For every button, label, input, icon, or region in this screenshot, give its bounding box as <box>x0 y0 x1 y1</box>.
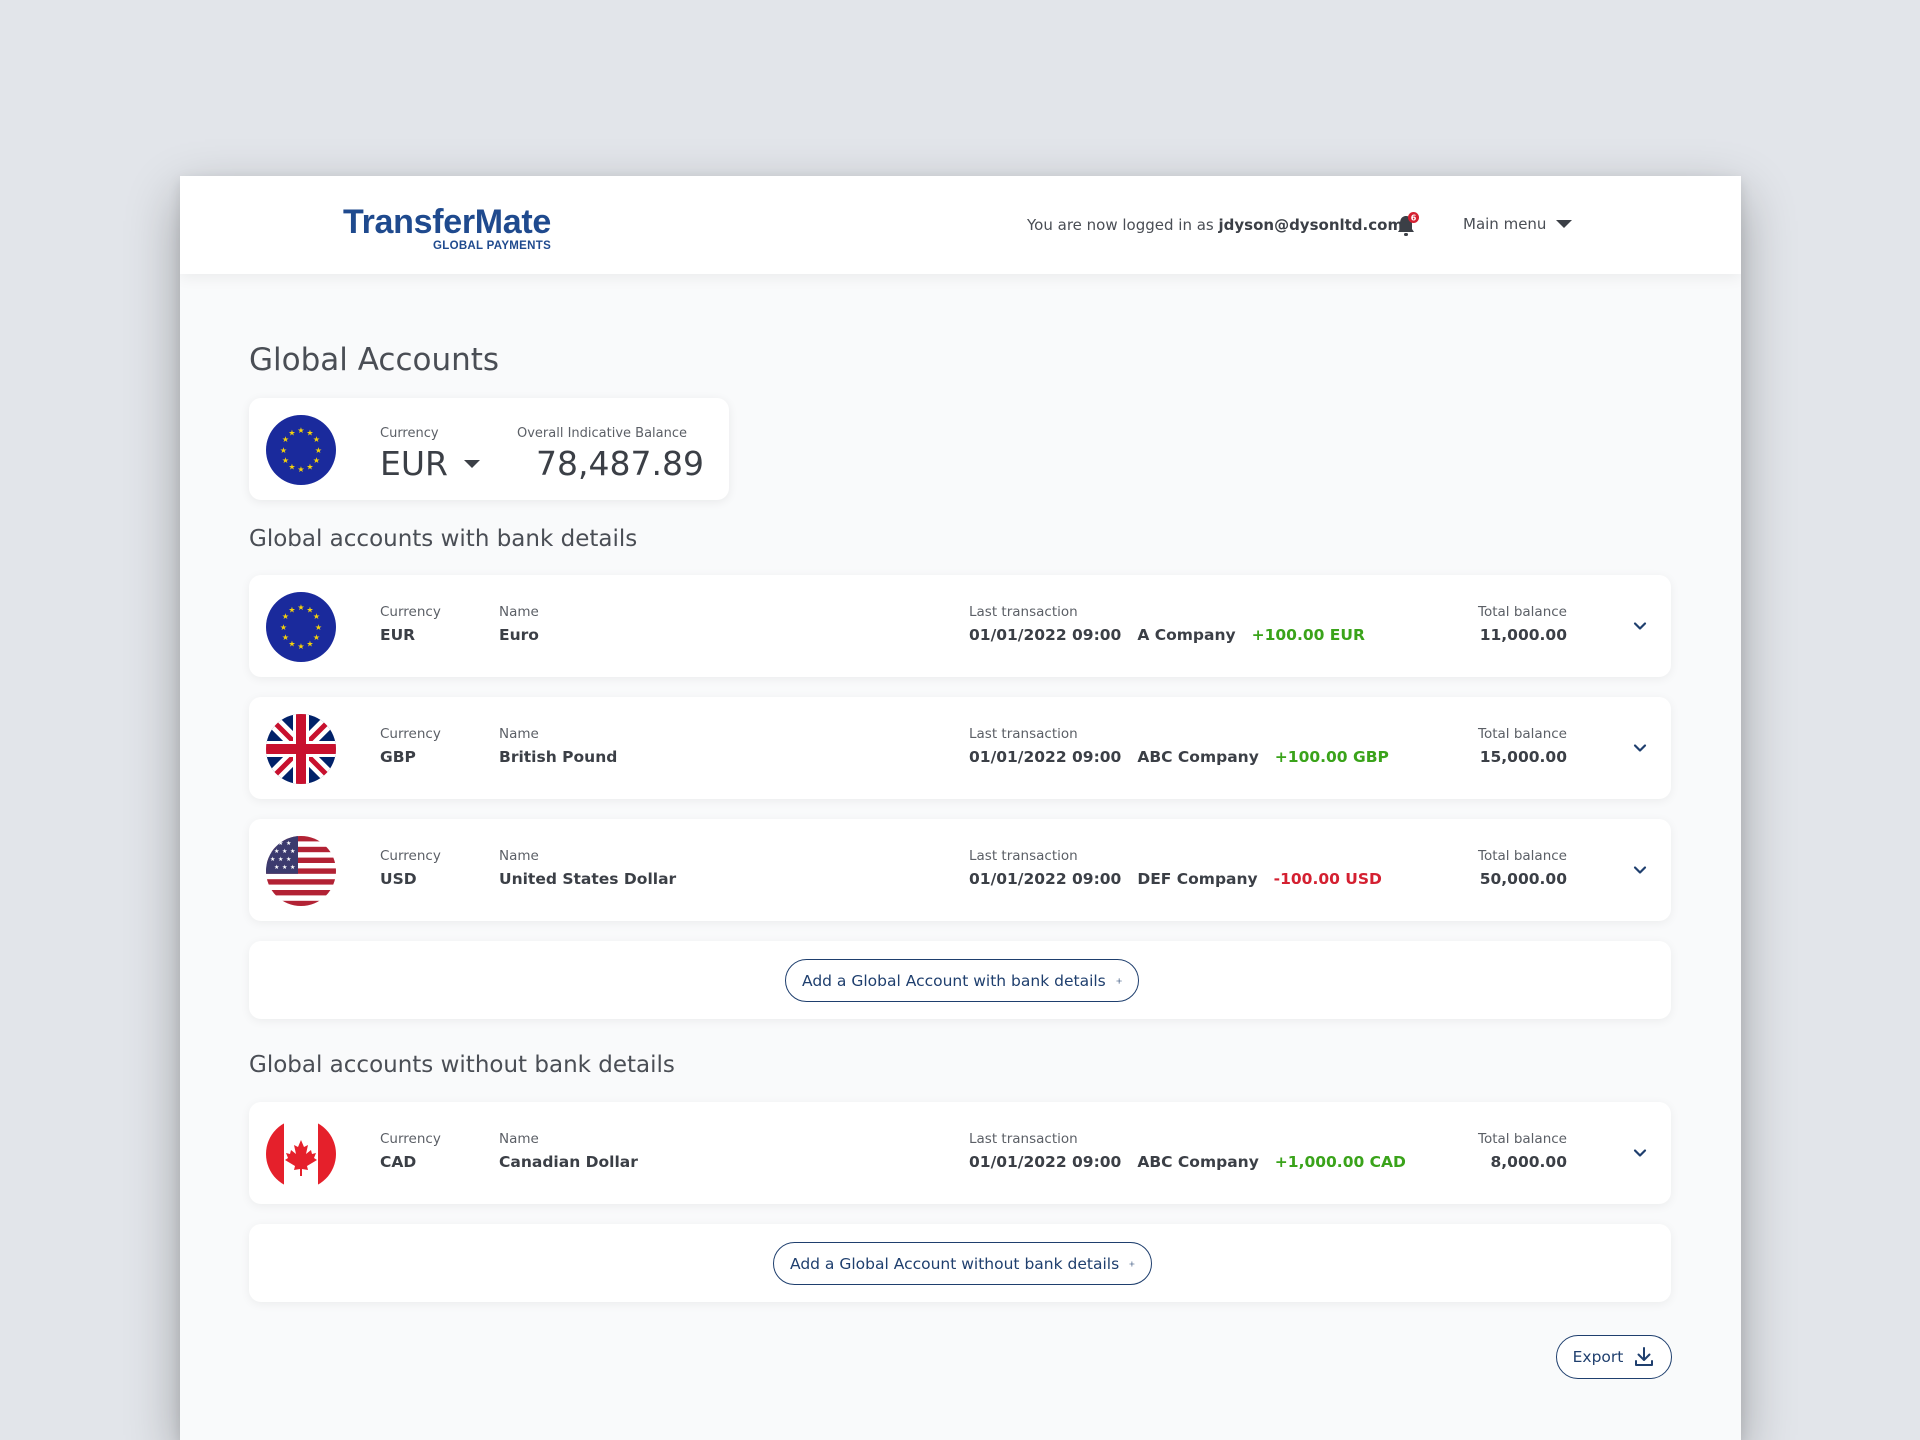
currency-selector[interactable]: EUR <box>380 444 480 483</box>
caret-down-icon <box>463 459 480 468</box>
last-transaction-date: 01/01/2022 09:00 <box>969 748 1122 766</box>
login-user: jdyson@dysonltd.com <box>1218 216 1404 234</box>
last-transaction-party: DEF Company <box>1137 870 1258 888</box>
last-transaction-label: Last transaction <box>969 726 1078 742</box>
overall-balance-value: 78,487.89 <box>536 444 704 483</box>
last-transaction: 01/01/2022 09:00 ABC Company +100.00 GBP <box>969 748 1389 766</box>
page-title: Global Accounts <box>249 342 500 378</box>
eu-flag-icon <box>266 415 336 485</box>
last-transaction-party: ABC Company <box>1137 1153 1259 1171</box>
account-row-gbp[interactable]: Currency GBP Name British Pound Last tra… <box>249 697 1671 799</box>
last-transaction: 01/01/2022 09:00 A Company +100.00 EUR <box>969 626 1365 644</box>
account-row-usd[interactable]: Currency USD Name United States Dollar L… <box>249 819 1671 921</box>
add-with-bank-label: Add a Global Account with bank details <box>802 971 1106 990</box>
currency-name: Euro <box>499 626 539 644</box>
name-label: Name <box>499 604 539 620</box>
eu-flag-icon <box>266 592 336 662</box>
notification-count: 6 <box>1411 214 1417 223</box>
main-menu-dropdown[interactable]: Main menu <box>1463 215 1573 233</box>
last-transaction-party: A Company <box>1137 626 1236 644</box>
app-window: TransferMate GLOBAL PAYMENTS You are now… <box>180 176 1741 1440</box>
last-transaction-date: 01/01/2022 09:00 <box>969 870 1122 888</box>
name-label: Name <box>499 1131 539 1147</box>
currency-name: British Pound <box>499 748 618 766</box>
transfermate-logo[interactable]: TransferMate GLOBAL PAYMENTS <box>343 204 551 252</box>
last-transaction: 01/01/2022 09:00 DEF Company -100.00 USD <box>969 870 1382 888</box>
last-transaction-label: Last transaction <box>969 1131 1078 1147</box>
export-label: Export <box>1572 1348 1624 1366</box>
summary-balance-label: Overall Indicative Balance <box>517 426 688 441</box>
currency-label: Currency <box>380 604 441 620</box>
currency-code: EUR <box>380 626 416 644</box>
last-transaction: 01/01/2022 09:00 ABC Company +1,000.00 C… <box>969 1153 1406 1171</box>
top-header: TransferMate GLOBAL PAYMENTS You are now… <box>180 176 1741 274</box>
section-title-without-bank: Global accounts without bank details <box>249 1052 675 1078</box>
total-balance-label: Total balance <box>1478 1131 1567 1147</box>
name-label: Name <box>499 726 539 742</box>
account-row-cad[interactable]: Currency CAD Name Canadian Dollar Last t… <box>249 1102 1671 1204</box>
name-label: Name <box>499 848 539 864</box>
chevron-down-icon[interactable] <box>1629 859 1651 881</box>
currency-name: Canadian Dollar <box>499 1153 638 1171</box>
chevron-down-icon[interactable] <box>1629 1142 1651 1164</box>
add-without-bank-label: Add a Global Account without bank detail… <box>790 1254 1120 1273</box>
total-balance-value: 15,000.00 <box>1479 748 1567 766</box>
balance-summary-card: Currency EUR Overall Indicative Balance … <box>249 398 729 500</box>
total-balance-value: 8,000.00 <box>1490 1153 1568 1171</box>
add-account-with-bank-button[interactable]: Add a Global Account with bank details <box>785 959 1139 1002</box>
chevron-down-icon[interactable] <box>1629 737 1651 759</box>
currency-label: Currency <box>380 848 441 864</box>
currency-name: United States Dollar <box>499 870 677 888</box>
add-with-bank-card: Add a Global Account with bank details <box>249 941 1671 1019</box>
export-button[interactable]: Export <box>1556 1335 1672 1379</box>
total-balance-value: 50,000.00 <box>1479 870 1567 888</box>
total-balance-value: 11,000.00 <box>1479 626 1567 644</box>
total-balance-label: Total balance <box>1478 604 1567 620</box>
last-transaction-label: Last transaction <box>969 848 1078 864</box>
ca-flag-icon <box>266 1119 336 1189</box>
account-row-eur[interactable]: Currency EUR Name Euro Last transaction … <box>249 575 1671 677</box>
last-transaction-date: 01/01/2022 09:00 <box>969 1153 1122 1171</box>
login-prefix: You are now logged in as <box>1027 216 1219 234</box>
currency-code: USD <box>380 870 417 888</box>
notifications-bell-icon[interactable]: 6 <box>1395 212 1419 238</box>
last-transaction-party: ABC Company <box>1137 748 1259 766</box>
summary-currency-value: EUR <box>380 444 448 483</box>
us-flag-icon <box>266 836 336 906</box>
plus-icon <box>1116 972 1122 990</box>
last-transaction-amount: +100.00 EUR <box>1251 626 1365 644</box>
logo-tagline: GLOBAL PAYMENTS <box>433 240 552 252</box>
summary-currency-label: Currency <box>380 426 439 441</box>
currency-label: Currency <box>380 1131 441 1147</box>
last-transaction-label: Last transaction <box>969 604 1078 620</box>
download-icon <box>1635 1347 1654 1366</box>
login-status: You are now logged in as jdyson@dysonltd… <box>1027 216 1403 234</box>
currency-code: CAD <box>380 1153 417 1171</box>
currency-label: Currency <box>380 726 441 742</box>
last-transaction-amount: +1,000.00 CAD <box>1274 1153 1406 1171</box>
plus-icon <box>1129 1255 1135 1273</box>
logo-wordmark: TransferMate <box>343 203 552 241</box>
last-transaction-amount: +100.00 GBP <box>1274 748 1389 766</box>
add-account-without-bank-button[interactable]: Add a Global Account without bank detail… <box>773 1242 1152 1285</box>
chevron-down-icon[interactable] <box>1629 615 1651 637</box>
add-without-bank-card: Add a Global Account without bank detail… <box>249 1224 1671 1302</box>
caret-down-icon <box>1556 220 1573 228</box>
total-balance-label: Total balance <box>1478 848 1567 864</box>
uk-flag-icon <box>266 714 336 784</box>
main-menu-label: Main menu <box>1463 215 1547 233</box>
total-balance-label: Total balance <box>1478 726 1567 742</box>
last-transaction-date: 01/01/2022 09:00 <box>969 626 1122 644</box>
section-title-with-bank: Global accounts with bank details <box>249 526 638 552</box>
currency-code: GBP <box>380 748 416 766</box>
last-transaction-amount: -100.00 USD <box>1273 870 1382 888</box>
